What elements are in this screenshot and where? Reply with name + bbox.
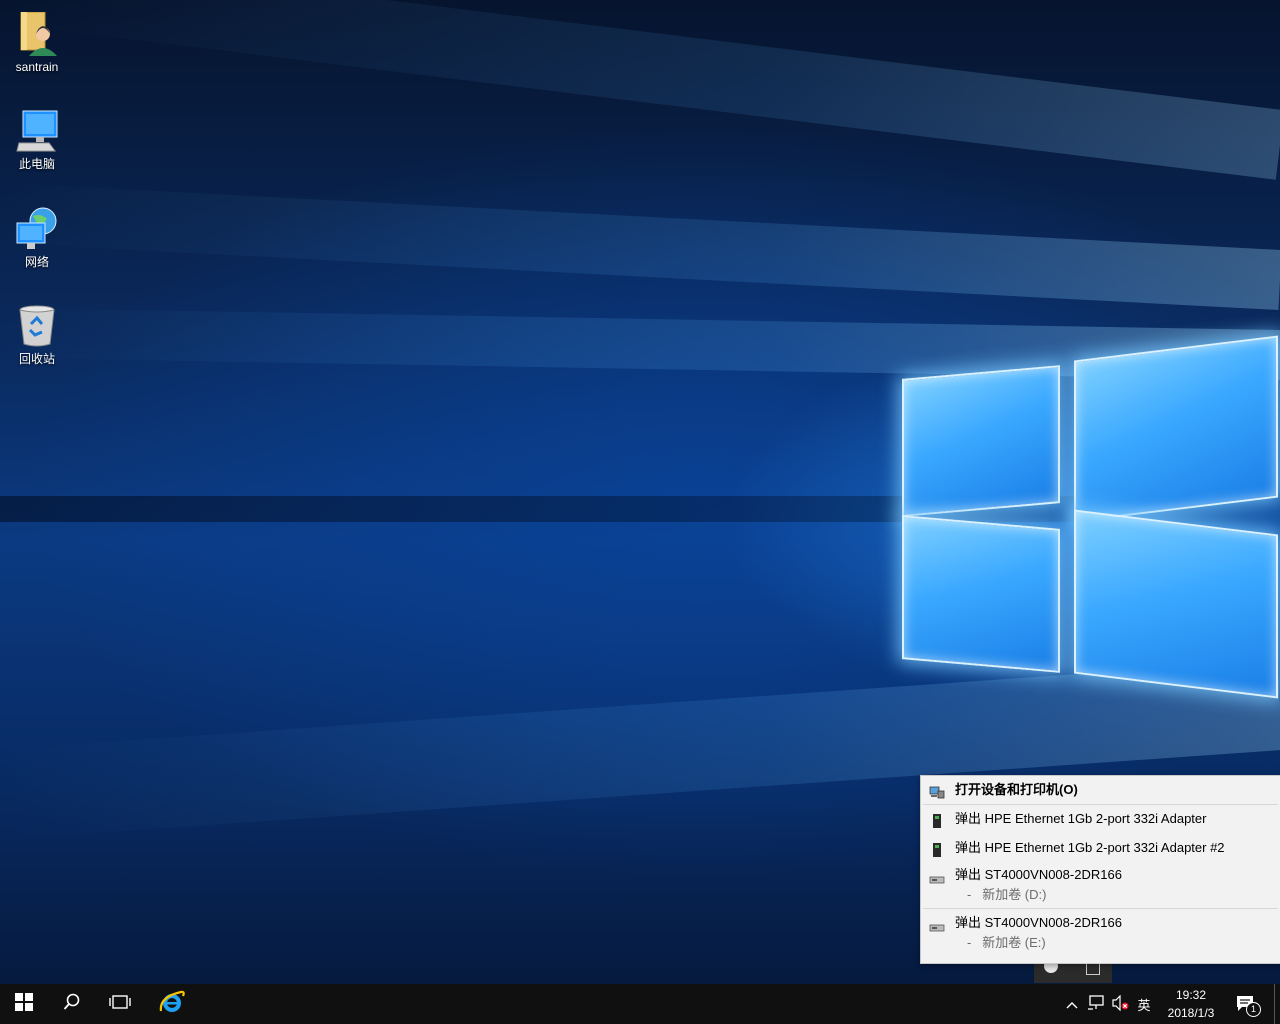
drive-icon [929, 919, 945, 941]
task-view-button[interactable] [96, 984, 144, 1024]
desktop-icon-user-folder[interactable]: santrain [4, 11, 70, 74]
logo-pane [902, 515, 1060, 673]
desktop-icon-network[interactable]: 网络 [4, 207, 70, 269]
ime-label: 英 [1137, 997, 1151, 1013]
tray-overflow-button[interactable] [1062, 984, 1082, 1024]
drive-icon [929, 871, 945, 893]
safely-remove-menu: 打开设备和打印机(O) 弹出 HPE Ethernet 1Gb 2-port 3… [920, 775, 1280, 964]
computer-icon [15, 109, 59, 153]
menu-item-sub: - 新加卷 (D:) [955, 885, 1280, 905]
internet-explorer-icon [159, 989, 185, 1020]
volume-label: 新加卷 (D:) [982, 887, 1047, 902]
menu-item-label: 弹出 HPE Ethernet 1Gb 2-port 332i Adapter … [955, 840, 1225, 855]
input-method-indicator[interactable]: 英 [1133, 984, 1155, 1024]
clock-time: 19:32 [1175, 988, 1207, 1002]
desktop-icon-label: 回收站 [18, 352, 55, 366]
menu-item-eject-adapter-1[interactable]: 弹出 HPE Ethernet 1Gb 2-port 332i Adapter [921, 805, 1280, 833]
task-view-icon [109, 994, 131, 1015]
tray-volume-button[interactable] [1109, 984, 1131, 1024]
desktop-icon-this-pc[interactable]: 此电脑 [4, 109, 70, 171]
action-center-icon: 1 [1235, 994, 1261, 1017]
menu-item-eject-drive-e[interactable]: 弹出 ST4000VN008-2DR166 - 新加卷 (E:) [921, 909, 1280, 959]
sub-prefix: - [967, 887, 972, 902]
windows-logo-icon [15, 992, 33, 1016]
clock-date: 2018/1/3 [1167, 1006, 1215, 1020]
sub-prefix: - [967, 935, 972, 950]
desktop-icon-label: santrain [15, 60, 59, 74]
light-beam [0, 183, 1280, 310]
volume-label: 新加卷 (E:) [982, 935, 1046, 950]
network-status-icon [1087, 994, 1105, 1014]
volume-muted-icon [1111, 994, 1129, 1014]
desktop-icon-recycle-bin[interactable]: 回收站 [4, 304, 70, 366]
clock[interactable]: 19:32 2018/1/3 [1158, 986, 1224, 1022]
menu-item-open-devices-printers[interactable]: 打开设备和打印机(O) [921, 776, 1280, 804]
menu-item-label: 弹出 ST4000VN008-2DR166 [955, 915, 1122, 930]
desktop-icon-label: 此电脑 [18, 157, 55, 171]
menu-item-label: 弹出 HPE Ethernet 1Gb 2-port 332i Adapter [955, 811, 1207, 826]
taskbar: 英 19:32 2018/1/3 1 [0, 984, 1280, 1024]
desktop-icon-label: 网络 [24, 255, 49, 269]
menu-item-eject-drive-d[interactable]: 弹出 ST4000VN008-2DR166 - 新加卷 (D:) [921, 862, 1280, 908]
menu-item-label: 打开设备和打印机(O) [955, 782, 1078, 797]
user-folder-icon [15, 11, 59, 56]
recycle-bin-icon [15, 304, 59, 348]
search-icon [63, 993, 81, 1016]
taskbar-pinned-internet-explorer[interactable] [148, 984, 196, 1024]
start-button[interactable] [0, 984, 48, 1024]
chevron-up-icon [1066, 997, 1078, 1012]
notification-count-badge: 1 [1246, 1002, 1261, 1017]
logo-pane [1074, 335, 1278, 523]
light-beam [5, 0, 1280, 180]
tray-network-button[interactable] [1085, 984, 1107, 1024]
network-icon [15, 207, 59, 251]
show-desktop-button[interactable] [1274, 984, 1280, 1024]
menu-item-label: 弹出 ST4000VN008-2DR166 [955, 867, 1122, 882]
search-button[interactable] [48, 984, 96, 1024]
menu-item-sub: - 新加卷 (E:) [955, 933, 1280, 953]
logo-pane [902, 365, 1060, 517]
action-center-button[interactable]: 1 [1228, 984, 1264, 1024]
menu-item-eject-adapter-2[interactable]: 弹出 HPE Ethernet 1Gb 2-port 332i Adapter … [921, 833, 1280, 862]
logo-pane [1074, 509, 1278, 699]
